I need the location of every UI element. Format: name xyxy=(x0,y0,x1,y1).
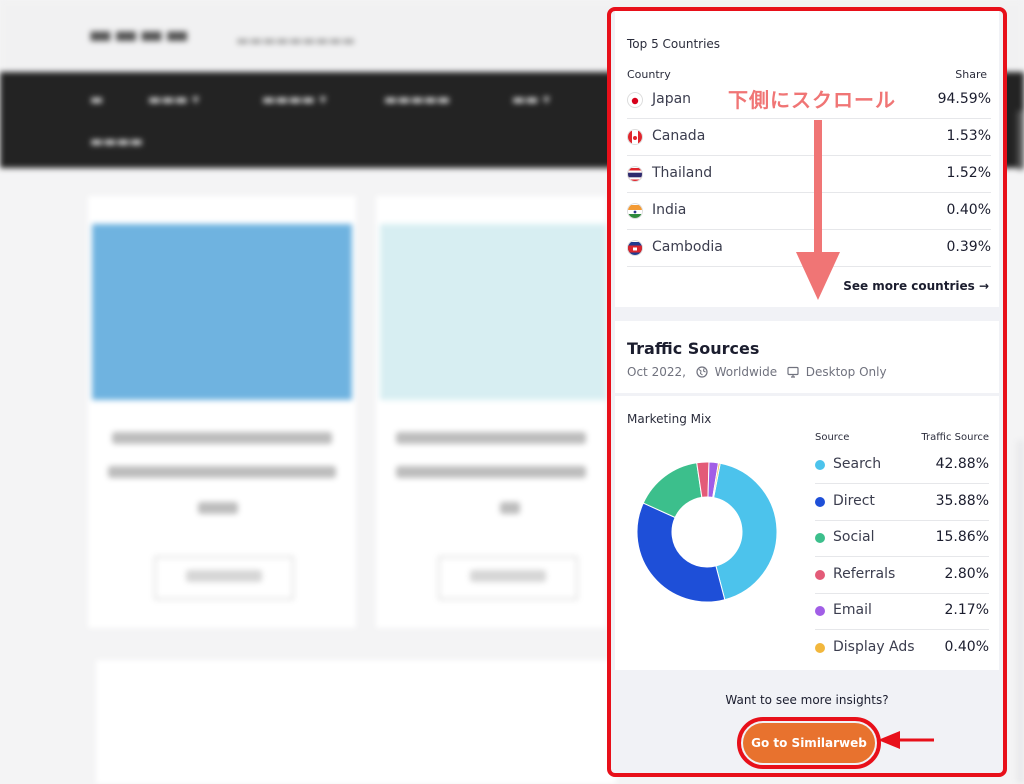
traffic-source-row: Email 2.17% xyxy=(815,593,989,631)
cambodia-flag-icon xyxy=(627,240,643,256)
traffic-source-row: Search 42.88% xyxy=(815,447,989,484)
traffic-sources-meta: Oct 2022, Worldwide Desktop Only xyxy=(627,365,887,379)
bg-card-line xyxy=(396,466,586,478)
countries-title: Top 5 Countries xyxy=(627,37,721,51)
bg-card-line xyxy=(108,466,336,478)
thailand-flag-icon xyxy=(627,166,643,182)
source-column-header: Source xyxy=(815,432,850,443)
japan-flag-icon xyxy=(627,92,643,108)
top-countries-card: Top 5 Countries Country Share Japan 94.5… xyxy=(615,11,999,307)
country-share: 1.53% xyxy=(946,128,991,144)
bg-nav-item: ▬▬ ▾ xyxy=(512,92,550,108)
country-row: Thailand 1.52% xyxy=(627,156,991,193)
bg-scrollbar-track xyxy=(1017,440,1024,784)
traffic-date: Oct 2022, xyxy=(627,365,686,379)
traffic-source-share: 35.88% xyxy=(935,492,989,509)
legend-dot-icon xyxy=(815,569,825,580)
legend-dot-icon xyxy=(815,496,825,507)
country-row: Canada 1.53% xyxy=(627,119,991,156)
country-name: Canada xyxy=(652,128,706,144)
similarweb-panel: Top 5 Countries Country Share Japan 94.5… xyxy=(607,7,1007,777)
marketing-mix-card: Marketing Mix Source Traffic Source Sear… xyxy=(615,396,999,670)
bg-tagline: ▬▬▬▬▬▬▬▬▬ xyxy=(236,33,356,49)
country-share: 94.59% xyxy=(937,91,991,107)
traffic-source-name: Social xyxy=(833,529,875,546)
country-share: 1.52% xyxy=(946,165,991,181)
bg-card-button xyxy=(154,556,294,600)
legend-dot-icon xyxy=(815,460,825,470)
bg-card-line xyxy=(396,432,586,444)
donut-slice-search xyxy=(713,462,777,601)
traffic-source-share: 2.80% xyxy=(944,565,989,582)
bg-card-line xyxy=(112,432,332,444)
traffic-region: Worldwide xyxy=(714,365,778,379)
traffic-source-name: Direct xyxy=(833,492,875,509)
country-name: Thailand xyxy=(652,165,713,181)
country-name: Cambodia xyxy=(652,239,723,255)
share-column-header: Share xyxy=(955,68,987,81)
go-to-similarweb-button[interactable]: Go to Similarweb xyxy=(743,723,875,763)
traffic-source-share: 0.40% xyxy=(944,639,989,655)
country-row: Cambodia 0.39% xyxy=(627,230,991,267)
india-flag-icon xyxy=(627,203,643,219)
bg-card-image xyxy=(380,224,606,400)
bg-logo: ▬▬▬▬ xyxy=(88,20,191,50)
marketing-mix-donut-chart xyxy=(637,462,777,602)
legend-dot-icon xyxy=(815,606,825,617)
country-name: Japan xyxy=(652,91,692,107)
country-column-header: Country xyxy=(627,68,671,81)
legend-dot-icon xyxy=(815,643,825,653)
see-more-countries-link[interactable]: See more countries → xyxy=(843,279,989,293)
traffic-device: Desktop Only xyxy=(805,365,887,379)
traffic-source-share: 42.88% xyxy=(935,456,989,472)
traffic-source-row: Direct 35.88% xyxy=(815,484,989,521)
bg-nav-item: ▬▬▬ ▾ xyxy=(148,92,200,108)
bg-scrollbar xyxy=(1017,110,1024,170)
traffic-source-share: 2.17% xyxy=(944,602,989,619)
legend-dot-icon xyxy=(815,533,825,544)
bg-nav-item: ▬▬▬▬ xyxy=(90,134,143,150)
country-share: 0.40% xyxy=(946,202,991,218)
traffic-source-name: Search xyxy=(833,456,882,472)
bg-card-line xyxy=(500,502,520,514)
bg-nav-item: ▬ xyxy=(90,92,104,108)
bg-article-card xyxy=(88,196,356,628)
bg-nav-item: ▬▬▬▬▬ xyxy=(384,92,451,108)
bg-article-card xyxy=(376,196,606,628)
traffic-source-share: 15.86% xyxy=(935,529,989,546)
traffic-sources-title: Traffic Sources xyxy=(627,339,760,358)
country-row: India 0.40% xyxy=(627,193,991,230)
country-share: 0.39% xyxy=(946,239,991,255)
scroll-down-annotation: 下側にスクロール xyxy=(728,88,896,112)
traffic-source-row: Referrals 2.80% xyxy=(815,557,989,594)
bg-bottom-card xyxy=(96,660,616,784)
traffic-sources-header-card: Traffic Sources Oct 2022, Worldwide Desk… xyxy=(615,321,999,393)
donut-slice-direct xyxy=(637,502,726,602)
traffic-source-name: Display Ads xyxy=(833,639,915,655)
country-name: India xyxy=(652,202,687,218)
traffic-source-name: Email xyxy=(833,602,872,619)
marketing-mix-title: Marketing Mix xyxy=(627,412,712,426)
bg-card-line xyxy=(198,502,238,514)
traffic-source-name: Referrals xyxy=(833,565,896,582)
globe-icon xyxy=(696,366,708,378)
bg-card-button xyxy=(438,556,578,600)
desktop-icon xyxy=(787,366,799,378)
bg-card-image xyxy=(92,224,352,400)
traffic-source-row: Display Ads 0.40% xyxy=(815,630,989,666)
insights-prompt: Want to see more insights? xyxy=(725,693,889,707)
traffic-source-row: Social 15.86% xyxy=(815,520,989,558)
traffic-source-column-header: Traffic Source xyxy=(921,432,989,443)
bg-nav-item: ▬▬▬▬ ▾ xyxy=(262,92,327,108)
canada-flag-icon xyxy=(627,129,643,145)
